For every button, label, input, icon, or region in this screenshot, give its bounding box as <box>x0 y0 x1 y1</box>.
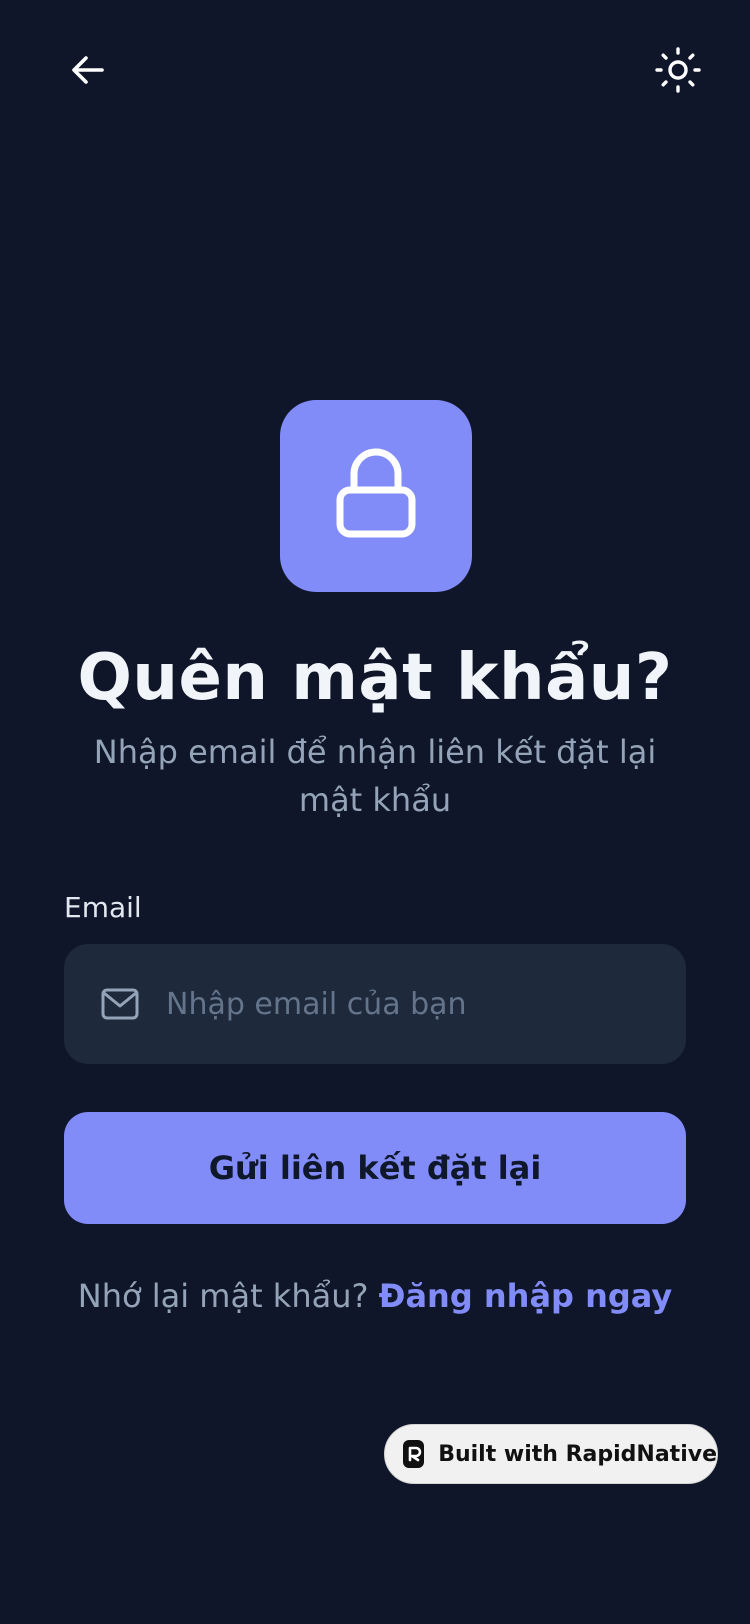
lock-icon-tile <box>280 400 472 592</box>
back-button[interactable] <box>56 40 120 104</box>
page-subtitle: Nhập email để nhận liên kết đặt lại mật … <box>93 733 657 819</box>
rapidnative-logo-icon <box>403 1440 425 1468</box>
sun-icon <box>654 46 702 98</box>
remember-password-text: Nhớ lại mật khẩu? <box>77 1277 369 1315</box>
theme-toggle-button[interactable] <box>646 40 710 104</box>
arrow-left-icon <box>68 50 108 94</box>
page-title: Quên mật khẩu? <box>77 641 673 715</box>
email-label: Email <box>64 891 142 924</box>
lock-icon <box>334 448 418 544</box>
badge-label: Built with RapidNative <box>438 1441 717 1467</box>
email-field[interactable] <box>64 944 686 1064</box>
mail-icon <box>100 984 140 1024</box>
built-with-badge[interactable]: Built with RapidNative <box>384 1424 718 1484</box>
signin-prompt: Nhớ lại mật khẩu? Đăng nhập ngay <box>0 1272 750 1320</box>
send-reset-link-button[interactable]: Gửi liên kết đặt lại <box>64 1112 686 1224</box>
signin-link[interactable]: Đăng nhập ngay <box>379 1277 673 1315</box>
email-input[interactable] <box>166 974 686 1034</box>
